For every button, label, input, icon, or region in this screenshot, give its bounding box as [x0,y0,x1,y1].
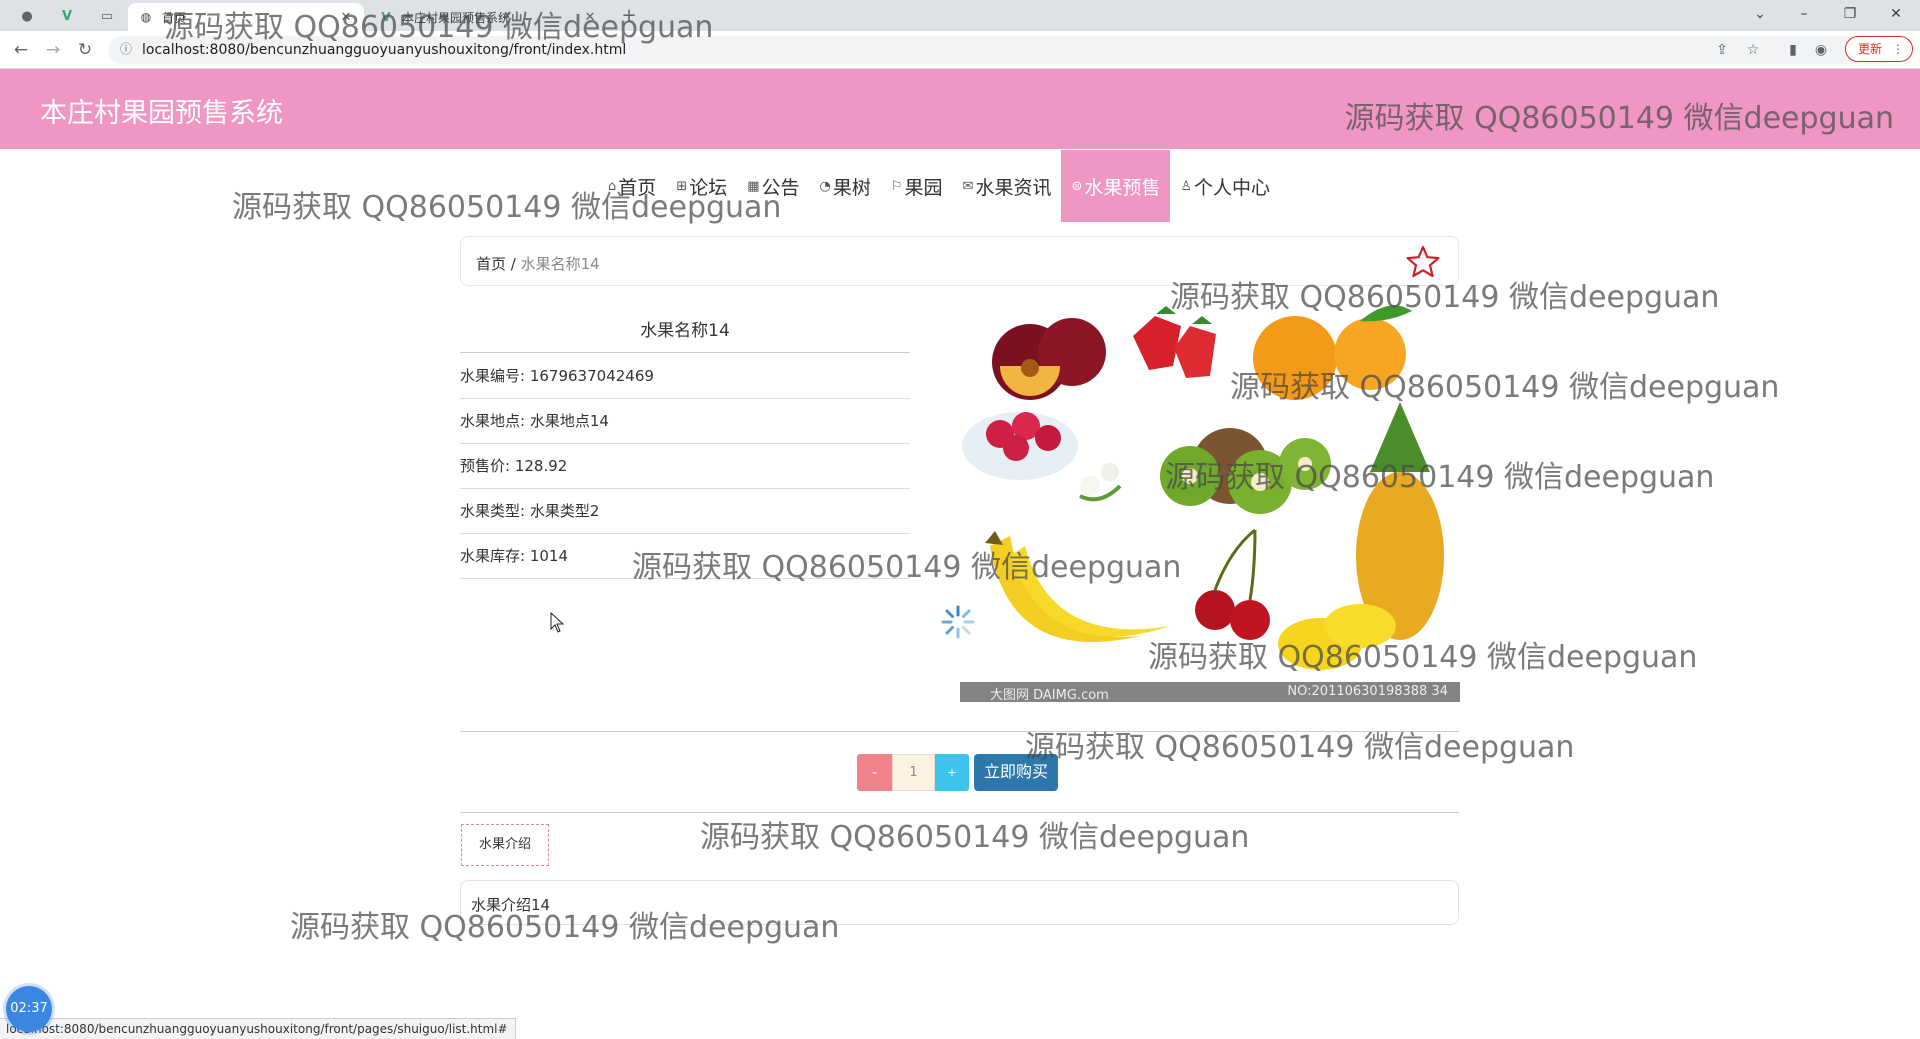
recording-timer-badge: 02:37 [6,986,52,1032]
watermark-text: 源码获取 QQ86050149 微信deepguan [1344,101,1894,136]
globe-icon: ◍ [140,10,152,24]
github-icon[interactable]: ● [14,5,40,27]
site-title: 本庄村果园预售系统 [40,98,283,129]
watermark-text: 源码获取 QQ86050149 微信deepguan [164,10,714,45]
nav-item-fruit-news[interactable]: ✉ 水果资讯 [953,150,1062,222]
update-label: 更新 [1858,42,1883,56]
tab-search-icon[interactable]: ⌄ [1740,2,1780,26]
blank-tab-icon[interactable]: ▭ [94,5,120,27]
menu-dots-icon: ⋮ [1892,42,1904,56]
nav-item-orchard[interactable]: ⚐ 果园 [881,150,953,222]
update-button[interactable]: 更新 ⋮ [1845,36,1913,62]
quantity-decrease-button[interactable]: - [857,754,892,791]
loading-spinner-icon [941,605,975,639]
close-window-icon[interactable]: ✕ [1876,2,1916,26]
field-label: 水果类型 [460,502,521,520]
field-value: 1014 [529,547,569,565]
profile-icon[interactable]: ◉ [1812,41,1830,59]
image-caption-right: NO:20110630198388 34 [1287,684,1448,699]
back-icon[interactable]: ← [8,38,34,62]
nav-label: 水果预售 [1084,176,1161,199]
reload-icon[interactable]: ↻ [72,38,98,62]
side-panel-icon[interactable]: ▮ [1784,41,1802,59]
watermark-text: 源码获取 QQ86050149 微信deepguan [1230,370,1780,405]
watermark-text: 源码获取 QQ86050149 微信deepguan [290,910,840,945]
site-header: 本庄村果园预售系统 源码获取 QQ86050149 微信deepguan [0,69,1920,149]
nav-label: 水果资讯 [975,176,1052,199]
watermark-text: 源码获取 QQ86050149 微信deepguan [632,550,1182,585]
breadcrumb-trail: 首页 / 水果名称14 [476,253,600,274]
nav-item-fruit-tree[interactable]: ◔ 果树 [810,150,881,222]
watermark-text: 源码获取 QQ86050149 微信deepguan [700,820,1250,855]
breadcrumb-home-link[interactable]: 首页 [476,255,506,273]
mouse-cursor-icon [550,612,565,633]
divider [460,352,910,353]
nav-label: 果园 [904,176,943,199]
restore-icon[interactable]: ❐ [1830,2,1870,26]
share-icon[interactable]: ⇪ [1713,41,1731,59]
watermark-text: 源码获取 QQ86050149 微信deepguan [1170,280,1720,315]
mail-icon: ✉ [962,178,974,194]
nav-label: 果树 [832,176,871,199]
field-value: 128.92 [514,457,568,475]
watermark-text: 源码获取 QQ86050149 微信deepguan [1025,730,1575,765]
field-label: 水果编号 [460,367,521,385]
nav-item-fruit-presale[interactable]: ⊜ 水果预售 [1061,150,1171,222]
bookmark-star-icon[interactable]: ☆ [1744,41,1762,59]
tree-icon: ◔ [819,178,831,194]
field-value: 1679637042469 [529,367,654,385]
field-value: 水果类型2 [529,502,600,520]
image-caption-left: 大图网 DAIMG.com [990,688,1109,703]
watermark-text: 源码获取 QQ86050149 微信deepguan [1148,640,1698,675]
quantity-increase-button[interactable]: + [935,754,969,791]
breadcrumb-separator: / [510,255,516,273]
status-bar-url: localhost:8080/bencunzhuangguoyuanyushou… [0,1018,516,1039]
quantity-input[interactable]: 1 [892,754,935,791]
flag-icon: ⚐ [890,178,903,194]
watermark-text: 源码获取 QQ86050149 微信deepguan [1165,460,1715,495]
minimize-icon[interactable]: – [1784,2,1824,26]
nav-item-personal-center[interactable]: ♙ 个人中心 [1170,150,1280,222]
image-caption: 大图网 DAIMG.com NO:20110630198388 34 [960,682,1460,703]
vue-icon[interactable]: V [54,5,80,27]
nav-label: 个人中心 [1194,176,1271,199]
field-fruit-type: 水果类型: 水果类型2 [460,489,910,534]
field-presale-price: 预售价: 128.92 [460,444,910,489]
breadcrumb-current: 水果名称14 [520,255,600,273]
product-name: 水果名称14 [640,321,730,341]
user-icon: ♙ [1180,178,1193,194]
field-value: 水果地点14 [529,412,609,430]
field-label: 预售价 [460,457,506,475]
field-fruit-location: 水果地点: 水果地点14 [460,399,910,444]
site-info-icon[interactable]: ⓘ [118,41,134,57]
forward-icon[interactable]: → [40,38,66,62]
tab-fruit-intro[interactable]: 水果介绍 [461,824,549,866]
field-label: 水果库存 [460,547,521,565]
field-fruit-number: 水果编号: 1679637042469 [460,354,910,399]
presale-icon: ⊜ [1071,178,1083,194]
watermark-text: 源码获取 QQ86050149 微信deepguan [232,190,782,225]
field-label: 水果地点 [460,412,521,430]
